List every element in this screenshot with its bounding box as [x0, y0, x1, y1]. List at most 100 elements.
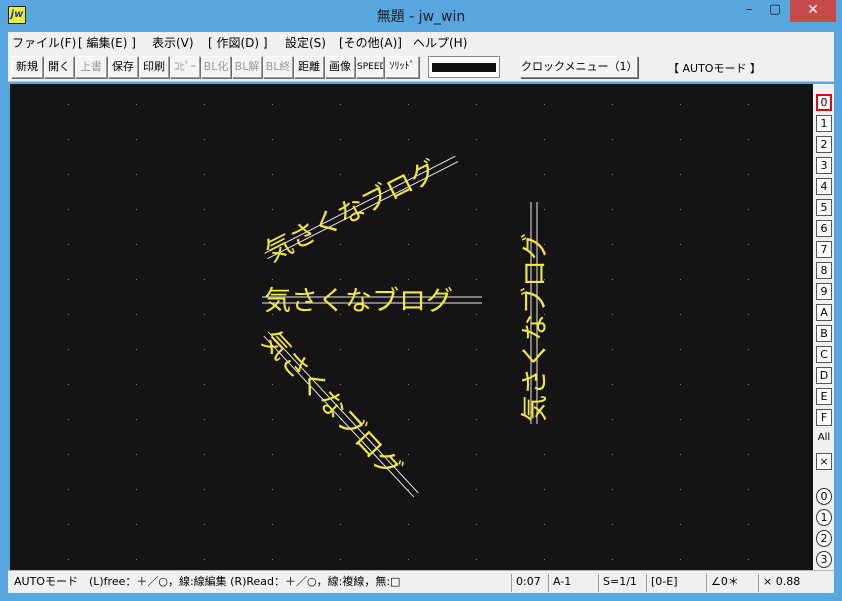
title-bar[interactable]: jw 無題 - jw_win – ▢ ✕: [0, 0, 842, 32]
grid-dot: [272, 279, 273, 280]
layer-4-button[interactable]: 4: [816, 178, 832, 195]
maximize-button[interactable]: ▢: [762, 0, 788, 22]
status-time: 0:07: [511, 574, 549, 592]
image-button[interactable]: 画像: [325, 56, 355, 78]
grid-dot: [680, 384, 681, 385]
block-release-button[interactable]: BL解: [232, 56, 262, 78]
layer-6-button[interactable]: 6: [816, 220, 832, 237]
save-button[interactable]: 保存: [108, 56, 138, 78]
mode-indicator: 【 AUTOモード 】: [668, 62, 761, 75]
grid-dot: [680, 349, 681, 350]
layer-d-button[interactable]: D: [816, 367, 832, 384]
grid-dot: [476, 279, 477, 280]
status-scale[interactable]: S=1/1: [598, 574, 646, 592]
drawing-canvas[interactable]: 気さくなブログ 気さくなブログ 気さくなブログ 気さくなブログ: [10, 84, 813, 570]
layer-group-3-button[interactable]: 3: [816, 551, 832, 568]
grid-dot: [612, 454, 613, 455]
layer-off-button[interactable]: ×: [816, 453, 832, 470]
layer-0-button[interactable]: 0: [816, 94, 832, 111]
grid-dot: [680, 174, 681, 175]
status-paper-size[interactable]: A-1: [548, 574, 598, 592]
grid-dot: [612, 314, 613, 315]
grid-dot: [272, 104, 273, 105]
solid-button[interactable]: ｿﾘｯﾄﾞ: [385, 56, 419, 78]
menu-draw[interactable]: [ 作図(D) ]: [208, 34, 268, 51]
minimize-button[interactable]: –: [736, 0, 762, 22]
grid-dot: [204, 419, 205, 420]
grid-dot: [612, 244, 613, 245]
status-zoom[interactable]: × 0.88: [758, 574, 832, 592]
layer-a-button[interactable]: A: [816, 304, 832, 321]
grid-dot: [136, 524, 137, 525]
layer-3-button[interactable]: 3: [816, 157, 832, 174]
grid-dot: [68, 139, 69, 140]
grid-dot: [408, 244, 409, 245]
layer-c-button[interactable]: C: [816, 346, 832, 363]
window-title: 無題 - jw_win: [376, 9, 466, 25]
print-button[interactable]: 印刷: [139, 56, 169, 78]
menu-other[interactable]: [その他(A)]: [339, 34, 402, 51]
grid-dot: [340, 454, 341, 455]
grid-dot: [204, 559, 205, 560]
grid-dot: [476, 349, 477, 350]
layer-group-0-button[interactable]: 0: [816, 488, 832, 505]
layer-e-button[interactable]: E: [816, 388, 832, 405]
layer-group-1-button[interactable]: 1: [816, 509, 832, 526]
new-button[interactable]: 新規: [11, 56, 43, 78]
grid-dot: [680, 559, 681, 560]
grid-dot: [544, 454, 545, 455]
grid-dot: [408, 384, 409, 385]
layer-8-button[interactable]: 8: [816, 262, 832, 279]
layer-all-button[interactable]: All: [816, 430, 832, 447]
layer-f-button[interactable]: F: [816, 409, 832, 426]
layer-2-button[interactable]: 2: [816, 136, 832, 153]
status-layer[interactable]: [0-E]: [646, 574, 704, 592]
grid-dot: [680, 314, 681, 315]
grid-dot: [68, 279, 69, 280]
layer-1-button[interactable]: 1: [816, 115, 832, 132]
layer-b-button[interactable]: B: [816, 325, 832, 342]
grid-dot: [476, 454, 477, 455]
grid-dot: [272, 489, 273, 490]
layer-group-2-button[interactable]: 2: [816, 530, 832, 547]
speed-button[interactable]: SPEED: [356, 56, 384, 78]
grid-dot: [68, 244, 69, 245]
line-style-preview[interactable]: [428, 56, 500, 78]
distance-button[interactable]: 距離: [294, 56, 324, 78]
copy-button[interactable]: ｺﾋﾟｰ: [170, 56, 200, 78]
block-end-button[interactable]: BL終: [263, 56, 293, 78]
layer-9-button[interactable]: 9: [816, 283, 832, 300]
grid-dot: [340, 489, 341, 490]
drawing-svg[interactable]: 気さくなブログ 気さくなブログ 気さくなブログ 気さくなブログ: [10, 84, 813, 570]
menu-help[interactable]: ヘルプ(H): [413, 34, 467, 51]
grid-dot: [408, 524, 409, 525]
grid-dot: [340, 104, 341, 105]
grid-dot: [340, 279, 341, 280]
grid-dot: [476, 524, 477, 525]
block-create-button[interactable]: BL化: [201, 56, 231, 78]
menu-view[interactable]: 表示(V): [152, 34, 194, 51]
grid-dot: [612, 349, 613, 350]
layer-7-button[interactable]: 7: [816, 241, 832, 258]
grid-dot: [544, 139, 545, 140]
grid-dot: [68, 489, 69, 490]
menu-file[interactable]: ファイル(F): [12, 34, 76, 51]
status-angle[interactable]: ∠0＊: [706, 574, 758, 592]
menu-settings[interactable]: 設定(S): [285, 34, 326, 51]
grid-dot: [204, 279, 205, 280]
grid-dot: [136, 104, 137, 105]
text-horizontal: 気さくなブログ: [262, 286, 482, 317]
overwrite-button[interactable]: 上書: [75, 56, 107, 78]
grid-dot: [204, 314, 205, 315]
layer-5-button[interactable]: 5: [816, 199, 832, 216]
close-button[interactable]: ✕: [790, 0, 836, 22]
grid-dot: [748, 384, 749, 385]
menu-edit[interactable]: [ 編集(E) ]: [78, 34, 136, 51]
grid-dot: [68, 559, 69, 560]
open-button[interactable]: 開く: [44, 56, 74, 78]
grid-dot: [408, 139, 409, 140]
grid-dot: [272, 524, 273, 525]
grid-dot: [612, 209, 613, 210]
text-vertical: 気さくなブログ: [520, 202, 551, 424]
clock-menu-button[interactable]: クロックメニュー（1）: [520, 56, 638, 78]
